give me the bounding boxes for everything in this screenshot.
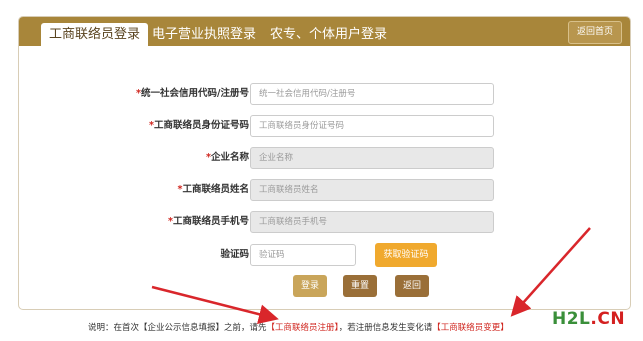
login-button[interactable]: 登录 bbox=[293, 275, 327, 297]
form-row-verification-code: 验证码 获取验证码 bbox=[19, 243, 630, 267]
note-prefix: 说明：在首次【企业公示信息填报】之前，请先 bbox=[88, 323, 267, 333]
watermark-logo: H2L.CN bbox=[552, 309, 626, 329]
id-number-label: *工商联络员身份证号码 bbox=[149, 120, 249, 131]
tab-liaison-login[interactable]: 工商联络员登录 bbox=[41, 23, 149, 46]
verification-code-label: 验证码 bbox=[220, 249, 249, 260]
tab-e-license-login[interactable]: 电子营业执照登录 bbox=[152, 23, 256, 46]
company-name-label: *企业名称 bbox=[206, 152, 249, 163]
credit-code-input[interactable] bbox=[250, 83, 494, 105]
form-row-phone: *工商联络员手机号 bbox=[19, 211, 630, 233]
back-home-button[interactable]: 返回首页 bbox=[567, 21, 622, 44]
login-panel: 工商联络员登录 电子营业执照登录 农专、个体用户登录 返回首页 *统一社会信用代… bbox=[18, 16, 631, 310]
liaison-change-link[interactable]: 【工商联络员变更】 bbox=[432, 323, 509, 333]
credit-code-label: *统一社会信用代码/注册号 bbox=[136, 88, 249, 99]
form-row-id-number: *工商联络员身份证号码 bbox=[19, 115, 630, 137]
id-number-input[interactable] bbox=[250, 115, 494, 137]
form-row-liaison-name: *工商联络员姓名 bbox=[19, 179, 630, 201]
liaison-register-link[interactable]: 【工商联络员注册】 bbox=[267, 323, 339, 333]
tab-bar: 工商联络员登录 电子营业执照登录 农专、个体用户登录 返回首页 bbox=[19, 17, 630, 46]
note-middle: ，若注册信息发生变化请 bbox=[338, 323, 433, 333]
tab-farmer-individual-login[interactable]: 农专、个体用户登录 bbox=[270, 23, 387, 46]
liaison-name-input[interactable] bbox=[250, 179, 494, 201]
back-button[interactable]: 返回 bbox=[395, 275, 429, 297]
instruction-note: 说明：在首次【企业公示信息填报】之前，请先【工商联络员注册】，若注册信息发生变化… bbox=[88, 321, 509, 333]
verification-code-input[interactable] bbox=[250, 244, 356, 266]
company-name-input[interactable] bbox=[250, 147, 494, 169]
form-row-company-name: *企业名称 bbox=[19, 147, 630, 169]
form-row-credit-code: *统一社会信用代码/注册号 bbox=[19, 83, 630, 105]
reset-button[interactable]: 重置 bbox=[343, 275, 377, 297]
get-code-button[interactable]: 获取验证码 bbox=[375, 243, 437, 267]
phone-label: *工商联络员手机号 bbox=[168, 216, 249, 227]
phone-input[interactable] bbox=[250, 211, 494, 233]
liaison-name-label: *工商联络员姓名 bbox=[177, 184, 249, 195]
